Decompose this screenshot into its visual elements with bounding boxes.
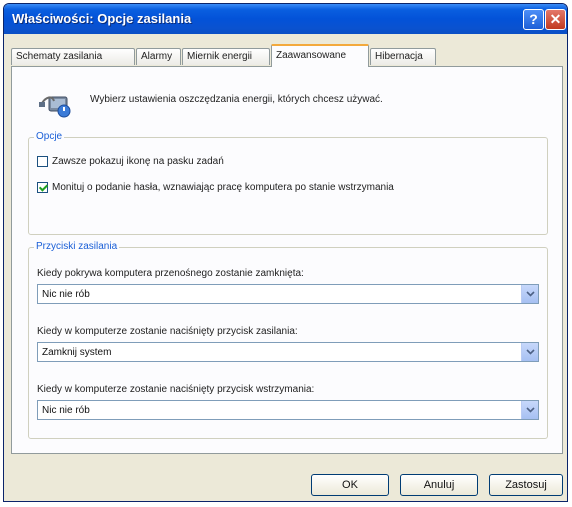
close-button[interactable]: ✕: [545, 9, 566, 30]
sleep-button-label: Kiedy w komputerze zostanie naciśnięty p…: [37, 384, 315, 395]
show-taskbar-icon-checkbox[interactable]: [37, 156, 48, 167]
options-group: Opcje Zawsze pokazuj ikonę na pasku zada…: [28, 131, 548, 235]
power-options-icon: [38, 87, 74, 122]
prompt-password-label: Monituj o podanie hasła, wznawiając prac…: [52, 182, 394, 194]
chevron-down-icon[interactable]: [521, 401, 538, 419]
cancel-button[interactable]: Anuluj: [400, 474, 478, 496]
power-button-value: Zamknij system: [42, 347, 112, 358]
chevron-down-icon[interactable]: [521, 343, 538, 361]
tab-advanced[interactable]: Zaawansowane: [271, 44, 369, 67]
sleep-button-select[interactable]: Nic nie rób: [37, 400, 539, 420]
options-group-title: Opcje: [34, 131, 65, 142]
power-button-label: Kiedy w komputerze zostanie naciśnięty p…: [37, 326, 298, 337]
tab-alarms[interactable]: Alarmy: [136, 48, 181, 65]
lid-close-label: Kiedy pokrywa komputera przenośnego zost…: [37, 268, 304, 279]
show-taskbar-icon-option[interactable]: Zawsze pokazuj ikonę na pasku zadań: [37, 156, 224, 167]
tab-power-meter[interactable]: Miernik energii: [182, 48, 270, 65]
lid-close-select[interactable]: Nic nie rób: [37, 284, 539, 304]
prompt-password-option[interactable]: Monituj o podanie hasła, wznawiając prac…: [37, 182, 394, 193]
show-taskbar-icon-label: Zawsze pokazuj ikonę na pasku zadań: [52, 156, 224, 168]
properties-dialog: Właściwości: Opcje zasilania ? ✕ Schemat…: [3, 3, 568, 502]
window-title: Właściwości: Opcje zasilania: [12, 11, 192, 26]
power-button-select[interactable]: Zamknij system: [37, 342, 539, 362]
apply-button[interactable]: Zastosuj: [489, 474, 563, 496]
tab-panel-advanced: Wybierz ustawienia oszczędzania energii,…: [11, 66, 563, 454]
tab-power-schemes[interactable]: Schematy zasilania: [11, 48, 135, 65]
sleep-button-value: Nic nie rób: [42, 405, 90, 416]
chevron-down-icon[interactable]: [521, 285, 538, 303]
lid-close-value: Nic nie rób: [42, 289, 90, 300]
ok-button[interactable]: OK: [311, 474, 389, 496]
intro-text: Wybierz ustawienia oszczędzania energii,…: [90, 94, 383, 105]
tab-hibernate[interactable]: Hibernacja: [370, 48, 436, 65]
tab-strip: Schematy zasilania Alarmy Miernik energi…: [11, 44, 563, 67]
power-buttons-group-title: Przyciski zasilania: [34, 241, 120, 252]
help-button[interactable]: ?: [523, 9, 544, 30]
power-buttons-group: Przyciski zasilania Kiedy pokrywa komput…: [28, 241, 548, 439]
title-bar[interactable]: Właściwości: Opcje zasilania ? ✕: [4, 4, 567, 34]
prompt-password-checkbox[interactable]: [37, 182, 48, 193]
